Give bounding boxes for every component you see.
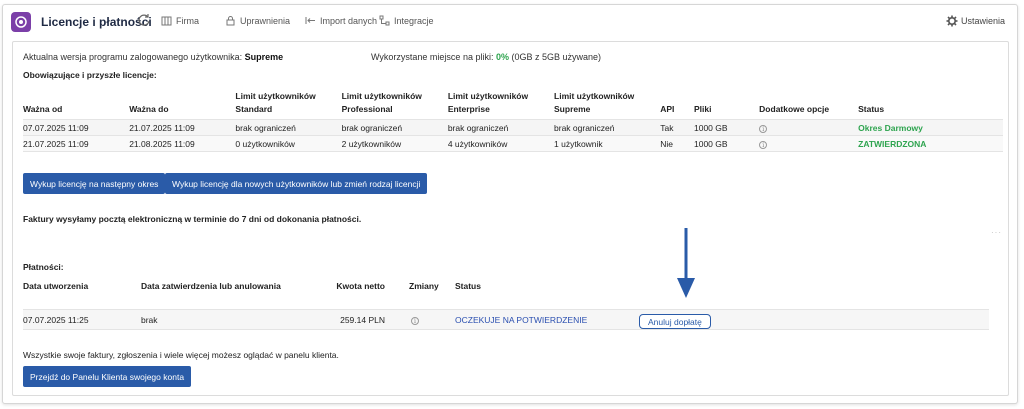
col-header: Data utworzenia <box>23 281 89 291</box>
header: Licencje i płatności Firma Uprawnienia I… <box>3 5 1017 37</box>
col-header: Limit użytkowników Professional <box>341 91 422 114</box>
footer-note: Wszystkie swoje faktury, zgłoszenia i wi… <box>23 350 339 360</box>
col-header: Zmiany <box>409 281 439 291</box>
building-icon <box>161 16 172 26</box>
buy-next-period-button[interactable]: Wykup licencję na następny okres <box>23 173 166 194</box>
licenses-title: Obowiązujące i przyszłe licencje: <box>23 70 157 80</box>
cell-approved: brak <box>141 309 317 330</box>
col-header: Status <box>455 281 481 291</box>
col-header: Limit użytkowników Standard <box>235 91 316 114</box>
cell-to: 21.08.2025 11:09 <box>129 135 236 152</box>
version-prefix: Aktualna wersja programu zalogowanego uż… <box>23 52 245 62</box>
settings-label: Ustawienia <box>960 16 1005 26</box>
cell-options: i <box>759 119 859 136</box>
cell-professional: 2 użytkowników <box>341 135 448 152</box>
nav-label: Uprawnienia <box>240 15 291 26</box>
cell-amount: 259.14 PLN <box>317 309 389 330</box>
cell-to: 21.07.2025 11:09 <box>129 119 236 136</box>
cell-professional: brak ograniczeń <box>341 119 448 136</box>
cell-enterprise: 4 użytkowników <box>447 135 555 152</box>
version-value: Supreme <box>244 52 284 62</box>
payments-title: Płatności: <box>23 262 64 272</box>
page-title: Licencje i płatności <box>41 15 152 29</box>
storage-prefix: Wykorzystane miejsce na pliki: <box>371 52 496 62</box>
cell-files: 1000 GB <box>694 119 760 136</box>
info-icon[interactable]: i <box>759 140 768 149</box>
app-window: Licencje i płatności Firma Uprawnienia I… <box>2 4 1018 404</box>
col-header: Pliki <box>694 104 712 114</box>
col-header: Ważna do <box>129 104 169 114</box>
info-icon[interactable]: i <box>411 316 419 325</box>
col-header: Limit użytkowników Supreme <box>554 91 635 114</box>
client-panel-button[interactable]: Przejdź do Panelu Klienta swojego konta <box>23 366 192 387</box>
cell-options: i <box>759 135 859 152</box>
cell-status: OCZEKUJE NA POTWIERDZENIE <box>455 309 641 330</box>
invoices-note: Faktury wysyłamy pocztą elektroniczną w … <box>23 214 362 224</box>
licenses-panel: Aktualna wersja programu zalogowanego uż… <box>12 41 1009 396</box>
cell-files: 1000 GB <box>694 135 760 152</box>
cell-supreme: 1 użytkownik <box>554 135 661 152</box>
refresh-icon[interactable] <box>137 13 151 27</box>
integration-icon <box>379 15 390 26</box>
nav-label: Import danych <box>320 15 378 26</box>
col-header: Dodatkowe opcje <box>759 104 830 114</box>
cell-status: ZATWIERDZONA <box>858 135 1003 152</box>
buy-new-users-button[interactable]: Wykup licencję dla nowych użytkowników l… <box>165 173 428 194</box>
col-header: Kwota netto <box>336 281 385 291</box>
cell-api: Tak <box>660 119 694 136</box>
info-icon[interactable]: i <box>759 124 768 133</box>
cell-enterprise: brak ograniczeń <box>447 119 555 136</box>
nav-label: Firma <box>176 15 199 26</box>
lock-icon <box>226 16 235 26</box>
version-info: Aktualna wersja programu zalogowanego uż… <box>23 52 283 62</box>
cell-from: 21.07.2025 11:09 <box>23 135 130 152</box>
nav-import-danych[interactable]: Import danych <box>305 15 377 26</box>
settings-button[interactable]: Ustawienia <box>946 15 1005 27</box>
cell-api: Nie <box>660 135 694 152</box>
col-header: Data zatwierdzenia lub anulowania <box>141 281 281 291</box>
payments-table: Data utworzenia Data zatwierdzenia lub a… <box>23 280 989 330</box>
nav-firma[interactable]: Firma <box>161 15 199 26</box>
cell-standard: 0 użytkowników <box>235 135 342 152</box>
table-row: 21.07.2025 11:09 21.08.2025 11:09 0 użyt… <box>23 135 1003 152</box>
nav-uprawnienia[interactable]: Uprawnienia <box>225 15 290 26</box>
licenses-app-icon <box>11 12 31 32</box>
storage-suffix: (0GB z 5GB używane) <box>508 52 602 62</box>
nav-label: Integracje <box>394 15 434 26</box>
gear-icon <box>946 15 958 27</box>
storage-info: Wykorzystane miejsce na pliki: 0% (0GB z… <box>371 52 601 62</box>
col-header: Status <box>858 104 885 114</box>
cell-from: 07.07.2025 11:09 <box>23 119 130 136</box>
cell-created: 07.07.2025 11:25 <box>23 309 141 330</box>
col-header: API <box>660 104 675 114</box>
cancel-payment-button[interactable]: Anuluj dopłatę <box>639 314 711 329</box>
cell-standard: brak ograniczeń <box>235 119 342 136</box>
col-header: Limit użytkowników Enterprise <box>447 91 529 114</box>
col-header: Ważna od <box>23 104 63 114</box>
cell-status: Okres Darmowy <box>858 119 1003 136</box>
import-icon <box>305 17 315 24</box>
table-row: 07.07.2025 11:25 brak 259.14 PLN i OCZEK… <box>23 309 989 330</box>
storage-percent: 0% <box>495 52 509 62</box>
table-row: 07.07.2025 11:09 21.07.2025 11:09 brak o… <box>23 119 1003 136</box>
cell-changes: i <box>389 309 455 330</box>
cell-supreme: brak ograniczeń <box>554 119 661 136</box>
more-dots-icon[interactable]: ··· <box>991 228 1002 237</box>
nav-integracje[interactable]: Integracje <box>379 15 434 26</box>
licenses-table: Ważna od Ważna do Limit użytkowników Sta… <box>23 90 1003 152</box>
